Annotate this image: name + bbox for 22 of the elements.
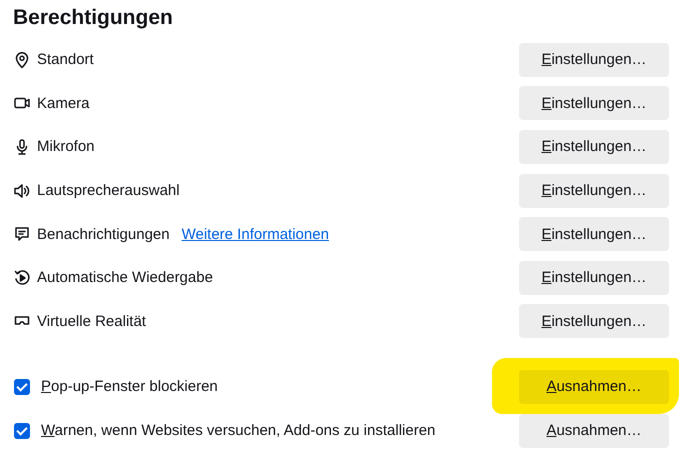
permission-label: Automatische Wiedergabe [37,269,213,286]
settings-button[interactable]: Einstellungen… [519,42,669,77]
settings-button[interactable]: Einstellungen… [519,217,669,252]
settings-button[interactable]: Einstellungen… [519,304,669,338]
checkbox-label: Warnen, wenn Websites versuchen, Add-ons zu installieren [41,422,436,440]
checkbox-label: Pop-up-Fenster blockieren [41,378,218,396]
permission-label: Standort [37,51,94,68]
permission-label: Virtuelle Realität [37,312,146,330]
permission-label: Benachrichtigungen [37,226,170,243]
permission-label: Mikrofon [37,138,95,156]
settings-button[interactable]: Ausnahmen… [519,414,669,448]
section-heading: Berechtigungen [13,5,174,31]
permission-label: Kamera [37,94,90,112]
learn-more-link[interactable]: Weitere Informationen [182,226,329,243]
settings-button[interactable]: Einstellungen… [519,130,669,164]
permission-label: Lautsprecherauswahl [37,182,180,200]
checkbox[interactable] [14,378,30,395]
settings-button[interactable]: Einstellungen… [519,260,669,295]
checkbox[interactable] [14,422,30,439]
settings-button[interactable]: Einstellungen… [519,174,669,208]
settings-button[interactable]: Einstellungen… [519,86,669,120]
settings-button[interactable]: Ausnahmen… [519,370,669,404]
